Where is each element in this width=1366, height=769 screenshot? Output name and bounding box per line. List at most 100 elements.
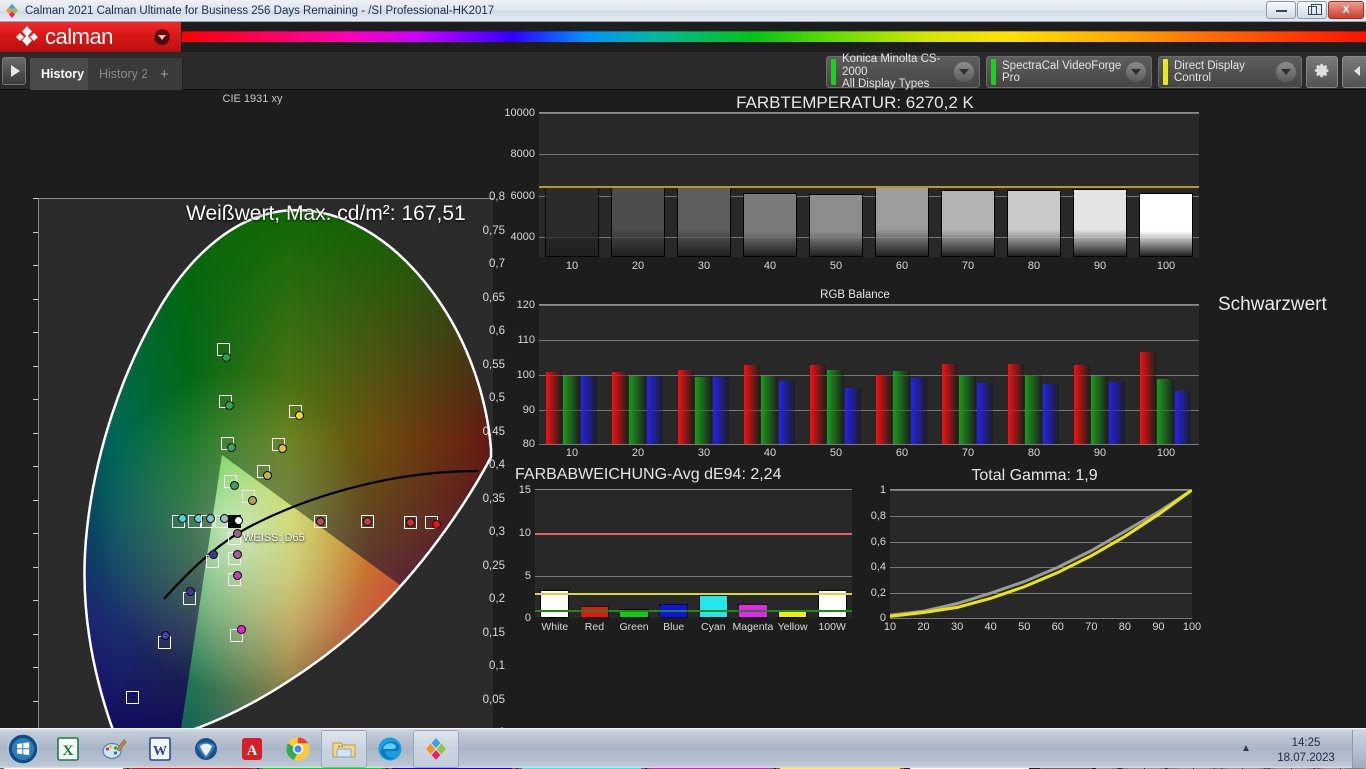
ct-target-line — [539, 185, 1199, 188]
chevron-down-icon[interactable] — [1276, 62, 1296, 82]
de-y-tick: 5 — [524, 570, 531, 582]
brand-bar: calman — [0, 22, 1366, 52]
cie-y-tick-mark — [33, 432, 38, 434]
device-meter-subtitle: All Display Types — [842, 78, 930, 91]
cie-y-tick-mark — [33, 231, 38, 233]
de-x-tick: Cyan — [701, 621, 726, 633]
gm-y-tick: 1 — [879, 484, 886, 496]
device-selector-display-control[interactable]: Direct Display Control — [1158, 56, 1302, 88]
cie-y-tick-mark — [33, 700, 38, 702]
device-selector-source[interactable]: SpectraCal VideoForge Pro — [986, 56, 1152, 88]
explorer-icon[interactable] — [321, 729, 367, 768]
rgb-x-tick: 10 — [565, 447, 579, 459]
system-tray: ▲ 14:25 18.07.2023 — [1232, 729, 1366, 769]
ct-bar — [1138, 193, 1194, 257]
play-icon — [10, 65, 20, 77]
chevron-down-icon[interactable] — [154, 29, 170, 45]
start-button[interactable] — [1, 731, 45, 767]
cie-y-tick: 0,6 — [489, 325, 505, 337]
gm-x-tick: 60 — [1051, 621, 1064, 633]
settings-gear-button[interactable] — [1306, 56, 1338, 88]
add-tab-button[interactable]: + — [147, 58, 183, 90]
clock-time: 14:25 — [1291, 736, 1321, 749]
de-x-tick: White — [541, 621, 569, 633]
cie-y-tick: 0,65 — [482, 291, 505, 304]
restore-button[interactable] — [1297, 1, 1327, 19]
de-x-tick: Yellow — [777, 621, 808, 633]
rgb-bar-red — [678, 369, 695, 444]
paint-icon[interactable] — [91, 730, 137, 768]
svg-text:X: X — [63, 743, 74, 759]
clock[interactable]: 14:25 18.07.2023 — [1260, 732, 1352, 766]
ct-bar — [1006, 189, 1062, 257]
cie-y-tick: 0,4 — [489, 459, 505, 471]
gamma-curve-measured — [890, 490, 1192, 618]
calman-logo[interactable]: calman — [0, 22, 182, 52]
windows-taskbar: X W A ▲ 14:25 18.07.2023 — [0, 728, 1366, 768]
gm-x-tick: 10 — [883, 621, 897, 633]
rgb-bar-blue — [1108, 382, 1125, 444]
collapse-panel-button[interactable] — [1342, 56, 1366, 88]
show-hidden-icons-button[interactable]: ▲ — [1232, 743, 1260, 754]
cie-panel-title: CIE 1931 xy — [222, 93, 283, 105]
gm-y-tick: 0,6 — [870, 535, 886, 548]
ct-y-tick: 10000 — [504, 107, 535, 119]
edge-icon[interactable] — [367, 730, 413, 768]
rgb-bar-green — [827, 369, 844, 444]
spectrum-gradient-bar — [182, 31, 1366, 42]
gm-x-tick: 30 — [950, 621, 964, 633]
close-button[interactable]: X — [1328, 1, 1364, 19]
show-desktop-button[interactable] — [1352, 729, 1366, 768]
left-arrow-icon — [1351, 64, 1365, 81]
color-deviation-chart: FARBABWEICHUNG-Avg dE94: 2,24 15 10 5 0 Whit… — [505, 465, 860, 660]
status-stripe — [1163, 59, 1168, 85]
rgb-bar-blue — [1174, 391, 1191, 444]
rgb-bar-blue — [910, 377, 927, 444]
chrome-icon[interactable] — [275, 730, 321, 768]
ct-x-tick: 70 — [961, 260, 975, 272]
window-title: Calman 2021 Calman Ultimate for Business… — [25, 4, 495, 17]
cie-y-tick-mark — [33, 365, 38, 367]
gm-x-tick: 50 — [1018, 621, 1031, 633]
cie-y-tick-mark — [33, 566, 38, 568]
calman-icon[interactable] — [413, 729, 459, 768]
cie-y-tick: 0,5 — [489, 392, 505, 404]
sidebar-expand-button[interactable] — [2, 57, 26, 85]
gm-x-tick: 70 — [1085, 621, 1098, 633]
rgb-bar-red — [744, 365, 761, 444]
ct-x-tick: 20 — [631, 260, 645, 272]
de-threshold-line — [535, 610, 852, 613]
word-icon[interactable]: W — [137, 730, 183, 768]
rgb-bar-red — [1074, 365, 1091, 444]
cie-y-tick: 0,45 — [482, 425, 505, 438]
device-selector-meter[interactable]: Konica Minolta CS-2000 All Display Types — [826, 53, 980, 91]
rgb-x-tick: 20 — [631, 447, 645, 459]
color-deviation-title: FARBABWEICHUNG-Avg dE94: 2,24 — [515, 466, 782, 483]
rgb-y-tick: 90 — [522, 404, 535, 416]
rgb-bar-red — [876, 374, 893, 444]
cie-y-tick: 0,1 — [489, 660, 505, 672]
chevron-down-icon[interactable] — [1126, 62, 1146, 82]
acrobat-icon[interactable]: A — [229, 730, 275, 768]
rgb-x-tick: 30 — [697, 447, 711, 459]
de-x-tick: Blue — [663, 621, 685, 633]
window-controls: X — [1266, 1, 1364, 19]
thunderbird-icon[interactable] — [183, 730, 229, 768]
rgb-x-tick: 50 — [829, 447, 843, 459]
rgb-y-tick: 100 — [516, 369, 535, 381]
de-bar — [698, 594, 728, 618]
excel-icon[interactable]: X — [45, 730, 91, 768]
chevron-down-icon[interactable] — [954, 62, 974, 82]
gm-x-tick: 20 — [917, 621, 930, 633]
cie-y-tick: 0,55 — [482, 358, 505, 371]
main-content: CIE 1931 xy Weißwert, Max. cd/m²: 167,51… — [0, 90, 1366, 769]
status-stripe — [831, 59, 836, 85]
calman-diamond-icon — [4, 3, 20, 19]
rgb-bar-blue — [580, 375, 597, 444]
black-level-label: Schwarzwert — [1218, 294, 1327, 315]
ct-x-tick: 90 — [1093, 260, 1107, 272]
cie-y-tick: 0,75 — [482, 224, 505, 237]
ct-gridline — [539, 154, 1199, 156]
ct-x-tick: 80 — [1027, 260, 1041, 272]
minimize-button[interactable] — [1266, 1, 1296, 19]
